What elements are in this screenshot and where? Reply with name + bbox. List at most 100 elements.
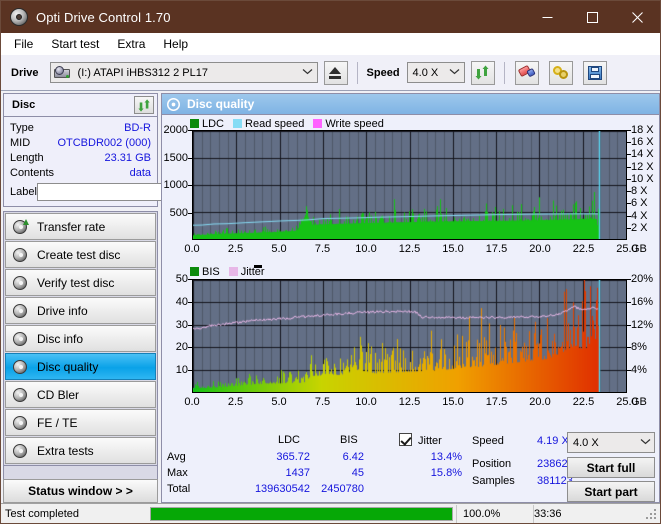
x-axis-tick-label: 5.0 — [271, 396, 287, 408]
y-axis-tick — [188, 212, 192, 214]
speed-select[interactable]: 4.0 X — [406, 62, 465, 83]
x-axis-tick-label: 7.5 — [314, 243, 331, 255]
sidebar-item-disc-info[interactable]: Disc info — [5, 325, 156, 352]
chevron-down-icon — [299, 67, 317, 78]
disc-label-row: Label — [10, 182, 239, 201]
title-bar: Opti Drive Control 1.70 — [1, 1, 660, 33]
menu-item-help[interactable]: Help — [154, 35, 197, 53]
eject-button[interactable] — [323, 60, 348, 85]
legend-write-speed-label: Write speed — [325, 117, 384, 130]
x-axis-tick-label: 10.0 — [355, 396, 377, 408]
progress-bar — [150, 506, 453, 521]
samples-label: Samples — [472, 475, 515, 487]
y2-axis-tick-label: 8% — [631, 341, 647, 354]
y-axis-tick-label: 1000 — [163, 179, 188, 191]
disc-icon — [9, 387, 31, 402]
sidebar-item-fe-te[interactable]: FE / TE — [5, 409, 156, 436]
disc-icon — [9, 331, 31, 346]
stats-row-total-ldc: 139630542 — [254, 483, 310, 495]
stats-row-avg-bis: 6.42 — [342, 451, 364, 463]
menu-item-extra[interactable]: Extra — [108, 35, 154, 53]
save-button[interactable] — [582, 60, 607, 85]
minimize-button[interactable] — [525, 1, 570, 33]
jitter-checkbox[interactable] — [399, 433, 412, 446]
x-axis-tick-label: 0.0 — [184, 243, 200, 255]
y2-axis-tick-label: 8 X — [631, 185, 648, 198]
y-axis-tick-label: 50 — [175, 273, 188, 285]
sidebar-item-label: CD Bler — [37, 387, 80, 402]
ldc-plot-area — [192, 130, 627, 240]
x-axis-tick-label: 20.0 — [529, 396, 551, 408]
gear-rings-icon — [552, 65, 569, 80]
sidebar-item-cd-bler[interactable]: CD Bler — [5, 381, 156, 408]
ldc-chart-legend: LDC Read speed Write speed — [162, 116, 659, 131]
sidebar-item-drive-info[interactable]: Drive info — [5, 297, 156, 324]
y2-axis-tick — [627, 191, 631, 193]
stats-row-max-bis: 45 — [351, 467, 364, 479]
toolbar: Drive (I:) ATAPI iHBS312 2 PL17 Speed 4.… — [1, 55, 660, 91]
sidebar-item-transfer-rate[interactable]: Transfer rate — [5, 213, 156, 240]
y2-axis-tick-label: 12% — [631, 318, 654, 331]
position-label: Position — [472, 458, 512, 470]
sidebar: Disc Type BD-R MID OTCBDR002 (000) Lengt… — [3, 93, 239, 503]
sidebar-item-label: Disc quality — [37, 359, 99, 374]
start-part-button[interactable]: Start part — [567, 481, 655, 502]
stats-col-ldc: LDC — [278, 434, 301, 446]
drive-icon — [53, 65, 70, 80]
disc-info-panel: Disc Type BD-R MID OTCBDR002 (000) Lengt… — [3, 93, 239, 207]
menu-item-file[interactable]: File — [5, 35, 42, 53]
disc-row-type-key: Type — [10, 121, 34, 134]
maximize-button[interactable] — [570, 1, 615, 33]
jitter-avg-value: 13.4% — [430, 451, 462, 463]
disc-info-rows: Type BD-R MID OTCBDR002 (000) Length 23.… — [4, 117, 239, 206]
tools-button[interactable] — [548, 60, 573, 85]
disc-row-length-key: Length — [10, 151, 44, 164]
disc-icon — [9, 247, 31, 262]
sidebar-item-extra-tests[interactable]: Extra tests — [5, 437, 156, 464]
disc-row-mid-value: OTCBDR002 (000) — [57, 136, 151, 149]
y2-axis-tick — [627, 142, 631, 144]
sidebar-item-verify-test-disc[interactable]: Verify test disc — [5, 269, 156, 296]
menu-item-start-test[interactable]: Start test — [42, 35, 108, 53]
disc-icon — [9, 443, 31, 458]
test-speed-value: 4.0 X — [573, 436, 599, 449]
legend-read-speed-label: Read speed — [245, 117, 305, 130]
stats-row-total-label: Total — [167, 483, 191, 495]
y-axis-tick-label: 500 — [169, 206, 188, 219]
y2-axis-tick-label: 16% — [631, 295, 654, 308]
drive-select[interactable]: (I:) ATAPI iHBS312 2 PL17 — [49, 62, 318, 83]
window-controls — [525, 1, 660, 33]
y2-axis-tick — [627, 203, 631, 205]
disc-row-contents-key: Contents — [10, 166, 55, 179]
close-button[interactable] — [615, 1, 660, 33]
legend-extra-marker-icon — [254, 265, 262, 268]
y2-axis-tick — [627, 154, 631, 156]
save-floppy-icon — [587, 65, 602, 80]
erase-button[interactable] — [514, 60, 539, 85]
legend-ldc-label: LDC — [202, 117, 225, 130]
x-axis-tick-label: 17.5 — [485, 243, 508, 255]
disc-refresh-button[interactable] — [134, 96, 154, 114]
sidebar-item-label: Extra tests — [37, 443, 94, 458]
y-axis-tick — [188, 370, 192, 372]
x-axis-tick-label: 10.0 — [355, 243, 377, 255]
disc-row-length: Length 23.31 GB — [10, 150, 151, 165]
test-speed-select[interactable]: 4.0 X — [567, 432, 655, 453]
start-full-button[interactable]: Start full — [567, 457, 655, 478]
stats-area: LDC BIS Avg 365.72 6.42 Max 1437 45 Tota… — [162, 430, 659, 502]
x-axis-tick-label: 15.0 — [442, 243, 464, 255]
bis-jitter-chart: 10 20 30 40 50 4% 8% 12% 16% 20% 0.0 2.5 5.0 7.5 10.0 1… — [162, 274, 659, 409]
progress-percent: 100.0% — [456, 504, 533, 523]
refresh-button[interactable] — [470, 60, 495, 85]
sidebar-item-disc-quality[interactable]: Disc quality — [5, 353, 156, 380]
sidebar-item-create-test-disc[interactable]: Create test disc — [5, 241, 156, 268]
disc-row-contents-value: data — [129, 166, 151, 179]
speed-stat-label: Speed — [472, 435, 504, 447]
x-axis-tick-label: 12.5 — [398, 396, 421, 408]
y2-axis-tick-label: 4 X — [631, 209, 648, 222]
resize-grip-icon[interactable] — [646, 509, 658, 521]
status-window-button[interactable]: Status window > > — [3, 479, 158, 503]
y2-axis-tick-label: 10 X — [631, 172, 654, 185]
x-axis-unit-label: GB — [631, 396, 647, 408]
y-axis-tick — [188, 324, 192, 326]
